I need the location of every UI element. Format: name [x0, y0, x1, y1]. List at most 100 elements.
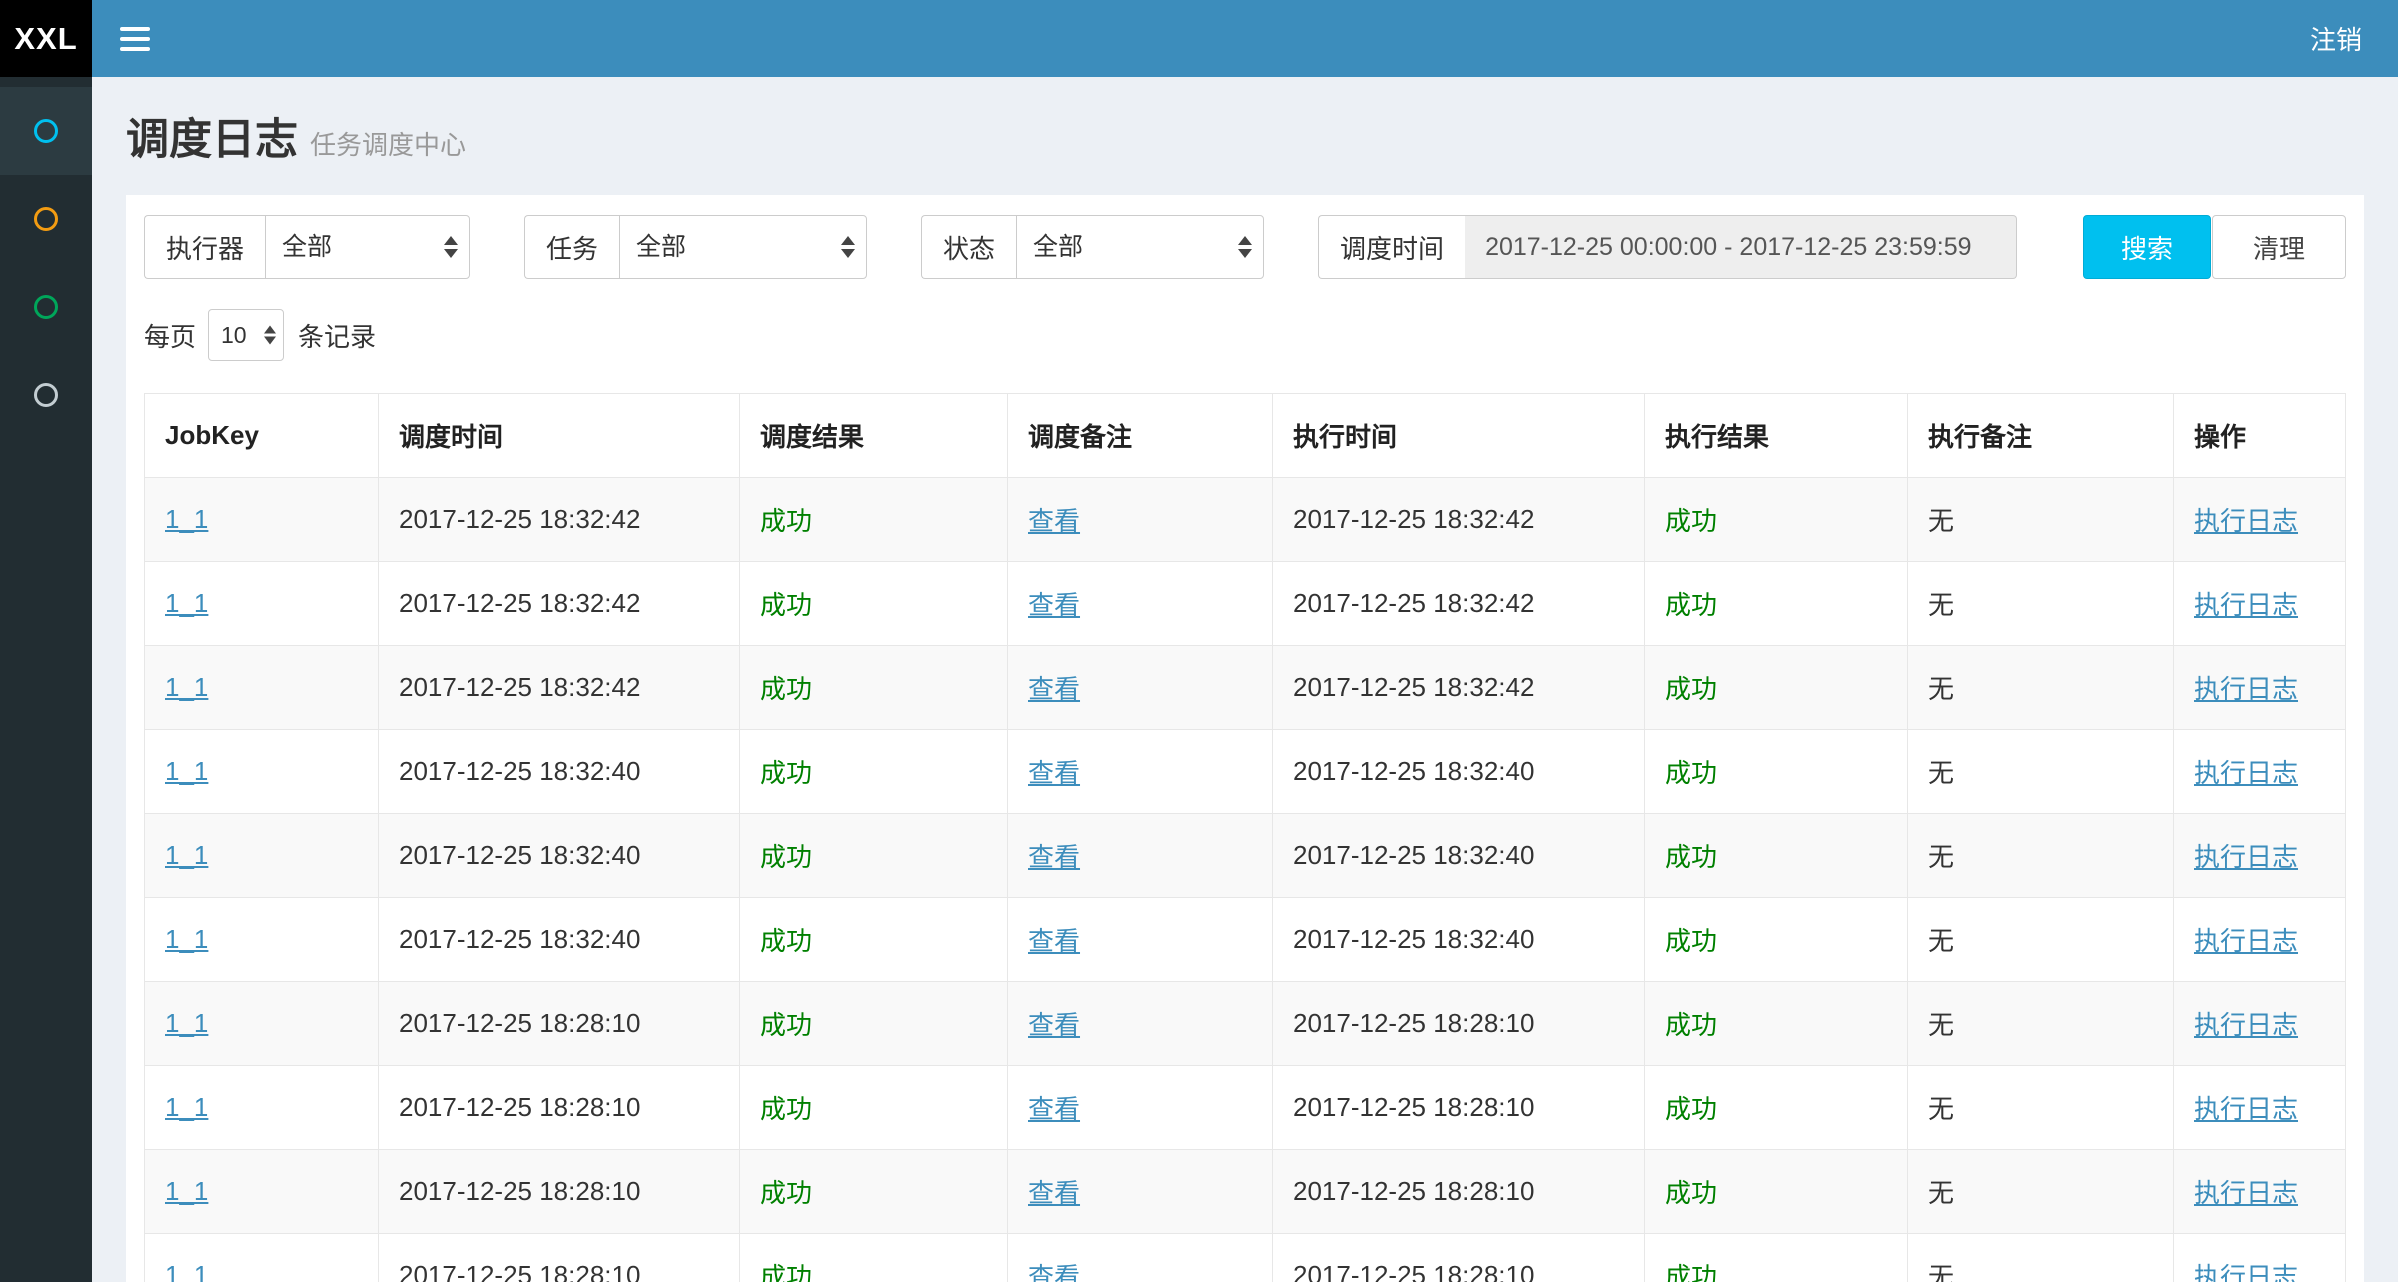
trigger-time-cell: 2017-12-25 18:28:10: [379, 1234, 740, 1282]
table-header-row: JobKey 调度时间 调度结果 调度备注 执行时间 执行结果 执行备注 操作: [145, 394, 2346, 478]
handle-time-cell: 2017-12-25 18:32:40: [1273, 814, 1645, 898]
header-trigger-result: 调度结果: [740, 394, 1008, 478]
exec-log-link[interactable]: 执行日志: [2194, 1178, 2298, 1208]
table-row: 1_1 2017-12-25 18:28:10 成功 查看 2017-12-25…: [145, 1066, 2346, 1150]
main-content: 调度日志任务调度中心 执行器 全部 任务 全部: [92, 0, 2398, 1282]
trigger-msg-cell: 查看: [1008, 814, 1273, 898]
trigger-msg-cell: 查看: [1008, 646, 1273, 730]
sidebar-item-2[interactable]: [0, 175, 92, 263]
exec-log-link[interactable]: 执行日志: [2194, 926, 2298, 956]
sidebar-item-1[interactable]: [0, 87, 92, 175]
page-size-select[interactable]: 10: [208, 309, 284, 361]
trigger-msg-cell: 查看: [1008, 982, 1273, 1066]
search-button[interactable]: 搜索: [2083, 215, 2211, 279]
trigger-result-cell: 成功: [740, 1066, 1008, 1150]
view-msg-link[interactable]: 查看: [1028, 1094, 1080, 1124]
circle-icon: [34, 383, 58, 407]
trigger-result-cell: 成功: [740, 562, 1008, 646]
page-size-prefix: 每页: [144, 317, 196, 354]
table-row: 1_1 2017-12-25 18:32:40 成功 查看 2017-12-25…: [145, 730, 2346, 814]
action-cell: 执行日志: [2174, 478, 2346, 562]
handle-msg-cell: 无: [1908, 730, 2174, 814]
clear-button[interactable]: 清理: [2212, 215, 2346, 279]
jobkey-cell: 1_1: [145, 982, 379, 1066]
exec-log-link[interactable]: 执行日志: [2194, 590, 2298, 620]
handle-time-cell: 2017-12-25 18:32:40: [1273, 898, 1645, 982]
jobkey-link[interactable]: 1_1: [165, 1260, 208, 1282]
header-action: 操作: [2174, 394, 2346, 478]
jobkey-cell: 1_1: [145, 730, 379, 814]
view-msg-link[interactable]: 查看: [1028, 1262, 1080, 1282]
view-msg-link[interactable]: 查看: [1028, 1178, 1080, 1208]
job-select[interactable]: 全部: [619, 215, 867, 279]
handle-result-cell: 成功: [1645, 1234, 1908, 1282]
view-msg-link[interactable]: 查看: [1028, 590, 1080, 620]
jobkey-link[interactable]: 1_1: [165, 1092, 208, 1122]
exec-log-link[interactable]: 执行日志: [2194, 1010, 2298, 1040]
log-table: JobKey 调度时间 调度结果 调度备注 执行时间 执行结果 执行备注 操作 …: [144, 393, 2346, 1282]
status-select[interactable]: 全部: [1016, 215, 1264, 279]
exec-log-link[interactable]: 执行日志: [2194, 1262, 2298, 1282]
trigger-time-cell: 2017-12-25 18:28:10: [379, 1150, 740, 1234]
handle-msg-cell: 无: [1908, 478, 2174, 562]
handle-result-cell: 成功: [1645, 814, 1908, 898]
view-msg-link[interactable]: 查看: [1028, 842, 1080, 872]
handle-result-cell: 成功: [1645, 1150, 1908, 1234]
table-row: 1_1 2017-12-25 18:32:42 成功 查看 2017-12-25…: [145, 562, 2346, 646]
action-cell: 执行日志: [2174, 562, 2346, 646]
jobkey-link[interactable]: 1_1: [165, 672, 208, 702]
exec-log-link[interactable]: 执行日志: [2194, 506, 2298, 536]
view-msg-link[interactable]: 查看: [1028, 1010, 1080, 1040]
header-trigger-time: 调度时间: [379, 394, 740, 478]
exec-log-link[interactable]: 执行日志: [2194, 1094, 2298, 1124]
jobkey-link[interactable]: 1_1: [165, 924, 208, 954]
exec-log-link[interactable]: 执行日志: [2194, 674, 2298, 704]
page-size-suffix: 条记录: [298, 317, 376, 354]
handle-time-cell: 2017-12-25 18:28:10: [1273, 1066, 1645, 1150]
trigger-result-cell: 成功: [740, 1150, 1008, 1234]
logout-link[interactable]: 注销: [2310, 20, 2362, 57]
handle-msg-cell: 无: [1908, 646, 2174, 730]
trigger-result-cell: 成功: [740, 1234, 1008, 1282]
trigger-result-cell: 成功: [740, 478, 1008, 562]
view-msg-link[interactable]: 查看: [1028, 674, 1080, 704]
action-cell: 执行日志: [2174, 898, 2346, 982]
executor-select[interactable]: 全部: [265, 215, 470, 279]
sidebar-toggle-icon[interactable]: [120, 27, 150, 51]
handle-msg-cell: 无: [1908, 1234, 2174, 1282]
jobkey-link[interactable]: 1_1: [165, 756, 208, 786]
handle-time-cell: 2017-12-25 18:28:10: [1273, 1150, 1645, 1234]
jobkey-link[interactable]: 1_1: [165, 588, 208, 618]
exec-log-link[interactable]: 执行日志: [2194, 842, 2298, 872]
sidebar: [0, 77, 92, 1282]
view-msg-link[interactable]: 查看: [1028, 926, 1080, 956]
circle-icon: [34, 207, 58, 231]
table-row: 1_1 2017-12-25 18:28:10 成功 查看 2017-12-25…: [145, 982, 2346, 1066]
jobkey-link[interactable]: 1_1: [165, 840, 208, 870]
view-msg-link[interactable]: 查看: [1028, 506, 1080, 536]
exec-log-link[interactable]: 执行日志: [2194, 758, 2298, 788]
app-logo[interactable]: XXL: [0, 0, 92, 77]
handle-time-cell: 2017-12-25 18:32:42: [1273, 478, 1645, 562]
view-msg-link[interactable]: 查看: [1028, 758, 1080, 788]
table-row: 1_1 2017-12-25 18:32:42 成功 查看 2017-12-25…: [145, 646, 2346, 730]
sidebar-item-4[interactable]: [0, 351, 92, 439]
jobkey-link[interactable]: 1_1: [165, 1176, 208, 1206]
status-filter-label: 状态: [921, 215, 1016, 279]
jobkey-cell: 1_1: [145, 1234, 379, 1282]
jobkey-cell: 1_1: [145, 1150, 379, 1234]
trigger-msg-cell: 查看: [1008, 898, 1273, 982]
trigger-msg-cell: 查看: [1008, 1066, 1273, 1150]
handle-result-cell: 成功: [1645, 730, 1908, 814]
trigger-result-cell: 成功: [740, 898, 1008, 982]
trigger-result-cell: 成功: [740, 814, 1008, 898]
trigger-msg-cell: 查看: [1008, 730, 1273, 814]
sidebar-item-3[interactable]: [0, 263, 92, 351]
page-title: 调度日志: [126, 116, 298, 164]
jobkey-link[interactable]: 1_1: [165, 504, 208, 534]
trigger-time-cell: 2017-12-25 18:32:42: [379, 646, 740, 730]
trigger-msg-cell: 查看: [1008, 562, 1273, 646]
job-filter-group: 任务 全部: [524, 215, 867, 279]
time-range-input[interactable]: [1465, 215, 2017, 279]
jobkey-link[interactable]: 1_1: [165, 1008, 208, 1038]
